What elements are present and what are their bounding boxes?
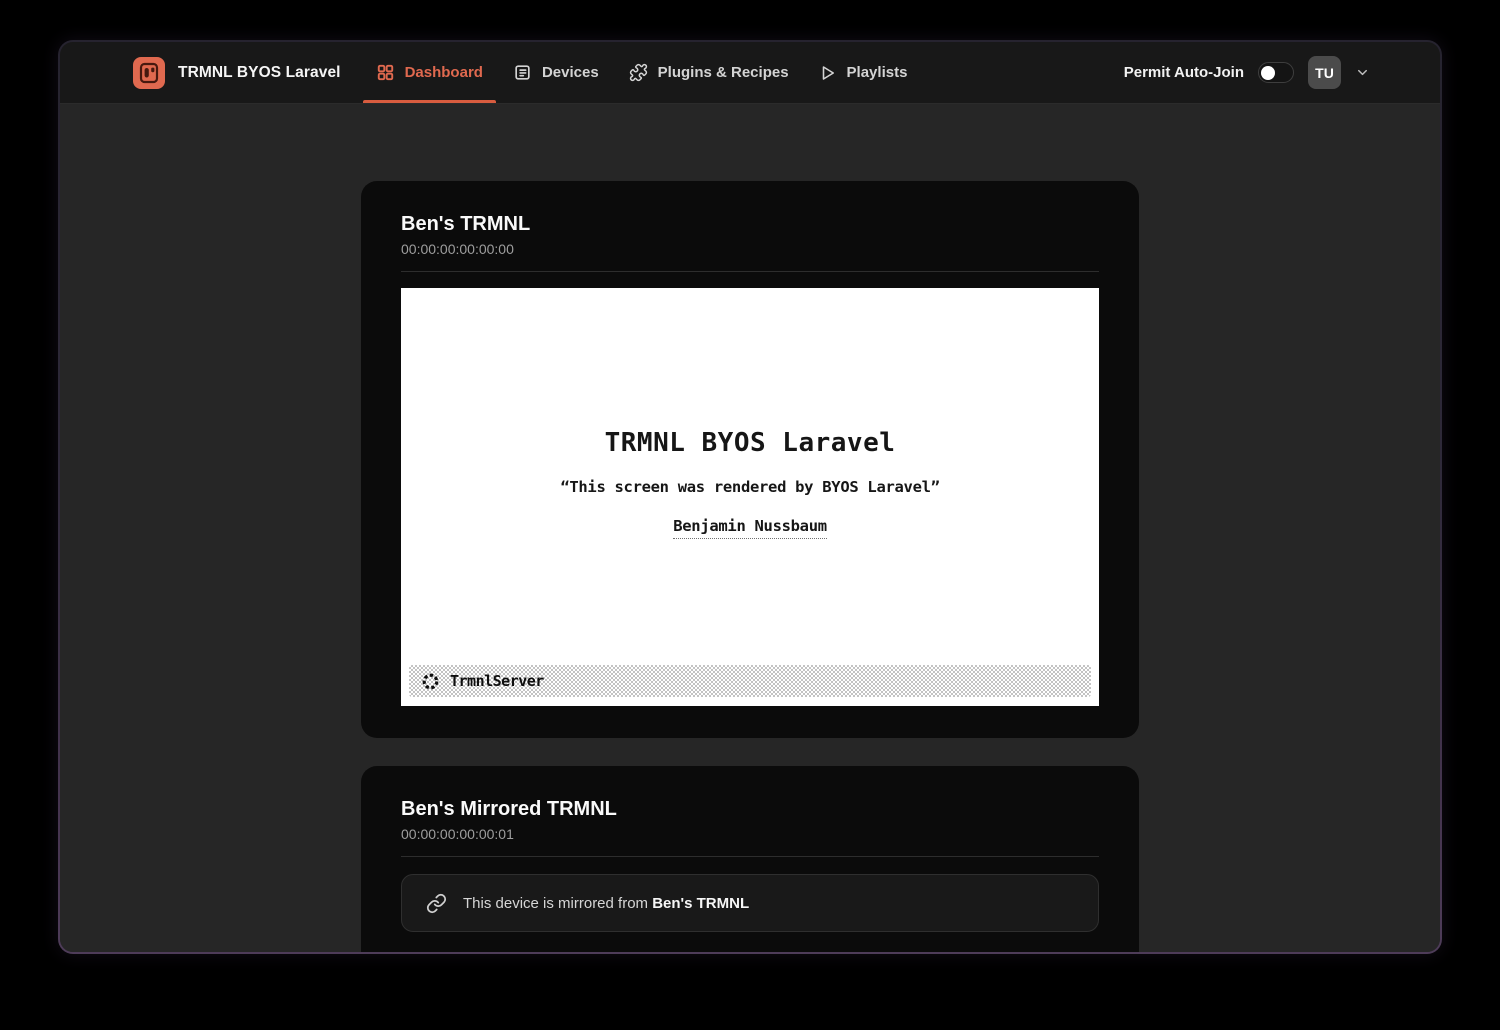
tab-dashboard-label: Dashboard	[405, 64, 483, 81]
play-icon	[819, 64, 837, 82]
trmnl-logo-icon	[133, 57, 165, 89]
device-name: Ben's Mirrored TRMNL	[401, 796, 1099, 822]
tab-plugins-recipes-label: Plugins & Recipes	[658, 64, 789, 81]
device-name: Ben's TRMNL	[401, 211, 1099, 237]
link-icon	[426, 893, 447, 914]
chevron-down-icon	[1355, 65, 1370, 80]
server-name-label: TrmnlServer	[450, 672, 544, 690]
tab-devices-label: Devices	[542, 64, 599, 81]
card-divider	[401, 271, 1099, 272]
app-window-frame: TRMNL BYOS Laravel Dashboard	[58, 40, 1442, 954]
spinner-icon	[421, 672, 440, 691]
permit-auto-join-toggle[interactable]	[1258, 62, 1294, 83]
device-card-bens-mirrored-trmnl: Ben's Mirrored TRMNL 00:00:00:00:00:01 T…	[361, 766, 1139, 952]
screen-quote: “This screen was rendered by BYOS Larave…	[401, 478, 1099, 496]
screen-content: TRMNL BYOS Laravel “This screen was rend…	[401, 288, 1099, 539]
card-divider	[401, 856, 1099, 857]
brand-title: TRMNL BYOS Laravel	[178, 64, 341, 82]
screen-author: Benjamin Nussbaum	[673, 517, 827, 539]
puzzle-icon	[629, 63, 648, 82]
main-content: Ben's TRMNL 00:00:00:00:00:00 TRMNL BYOS…	[60, 104, 1440, 952]
nav-right: Permit Auto-Join TU	[1124, 42, 1370, 103]
active-tab-underline	[363, 100, 496, 103]
tab-playlists-label: Playlists	[847, 64, 908, 81]
tab-plugins-recipes[interactable]: Plugins & Recipes	[616, 42, 802, 103]
screen-status-bar: TrmnlServer	[409, 665, 1091, 697]
tab-playlists[interactable]: Playlists	[806, 42, 921, 103]
mirror-source-device: Ben's TRMNL	[652, 895, 749, 912]
app-window: TRMNL BYOS Laravel Dashboard	[60, 42, 1440, 952]
user-avatar[interactable]: TU	[1308, 56, 1341, 89]
nav-tabs: Dashboard Devices Plugin	[361, 42, 923, 103]
dashboard-grid-icon	[376, 63, 395, 82]
device-mac-address: 00:00:00:00:00:00	[401, 239, 1099, 259]
user-menu-chevron[interactable]	[1355, 65, 1370, 80]
screen-heading: TRMNL BYOS Laravel	[401, 428, 1099, 458]
permit-auto-join-label: Permit Auto-Join	[1124, 64, 1244, 81]
tab-devices[interactable]: Devices	[500, 42, 612, 103]
tab-dashboard[interactable]: Dashboard	[363, 42, 496, 103]
device-card-bens-trmnl: Ben's TRMNL 00:00:00:00:00:00 TRMNL BYOS…	[361, 181, 1139, 738]
device-screen-preview: TRMNL BYOS Laravel “This screen was rend…	[401, 288, 1099, 706]
mirror-message: This device is mirrored from Ben's TRMNL	[463, 895, 749, 912]
mirror-info-panel: This device is mirrored from Ben's TRMNL	[401, 874, 1099, 932]
brand: TRMNL BYOS Laravel	[133, 42, 341, 103]
mirror-message-prefix: This device is mirrored from	[463, 895, 652, 912]
devices-icon	[513, 63, 532, 82]
top-nav: TRMNL BYOS Laravel Dashboard	[60, 42, 1440, 104]
device-mac-address: 00:00:00:00:00:01	[401, 824, 1099, 844]
toggle-knob	[1261, 66, 1275, 80]
